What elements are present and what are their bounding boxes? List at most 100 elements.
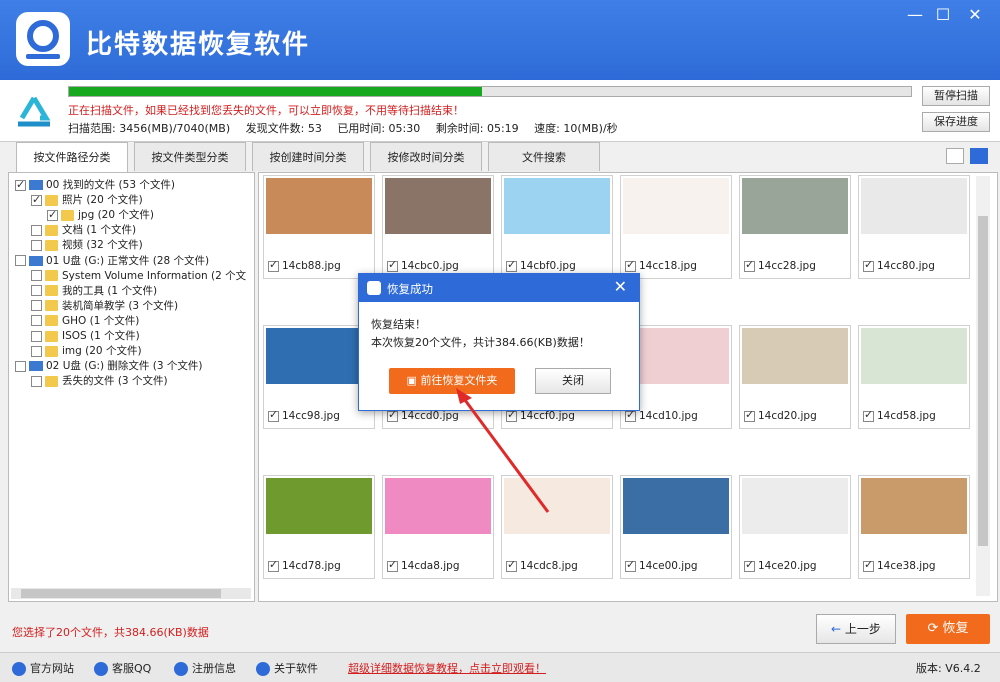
open-recovery-folder-label: 前往恢复文件夹 [420, 374, 498, 387]
maximize-button[interactable]: ☐ [932, 6, 954, 24]
file-thumbnail [623, 178, 729, 234]
file-tile[interactable]: 14cc28.jpg [739, 175, 851, 279]
file-checkbox[interactable] [506, 258, 517, 272]
about-link[interactable]: 关于软件 [256, 660, 318, 676]
tree-node[interactable]: 我的工具 (1 个文件) [31, 284, 157, 299]
tree-checkbox[interactable] [15, 255, 26, 266]
tab-modified[interactable]: 按修改时间分类 [370, 142, 482, 171]
tab-type[interactable]: 按文件类型分类 [134, 142, 246, 171]
open-recovery-folder-button[interactable]: ▣ 前往恢复文件夹 [389, 368, 515, 394]
file-thumbnail [504, 178, 610, 234]
file-checkbox[interactable] [268, 258, 279, 272]
register-info-link[interactable]: 注册信息 [174, 660, 236, 676]
home-icon [12, 662, 26, 676]
tree-checkbox[interactable] [47, 207, 58, 222]
file-tile[interactable]: 14cbf0.jpg [501, 175, 613, 279]
file-label: 14cbf0.jpg [506, 258, 576, 272]
tree-checkbox[interactable] [31, 285, 42, 297]
support-qq-link[interactable]: 客服QQ [94, 660, 151, 676]
tree-checkbox[interactable] [31, 345, 42, 357]
tree-node[interactable]: 01 U盘 (G:) 正常文件 (28 个文件) [15, 254, 209, 269]
tree-checkbox[interactable] [31, 330, 42, 342]
grid-view-icon[interactable] [970, 148, 988, 164]
tutorial-link[interactable]: 超级详细数据恢复教程，点击立即观看！ [348, 660, 546, 676]
file-tile[interactable]: 14cd78.jpg [263, 475, 375, 579]
tree-node[interactable]: 丢失的文件 (3 个文件) [31, 374, 168, 389]
tree-checkbox[interactable] [31, 375, 42, 387]
file-checkbox[interactable] [863, 258, 874, 272]
dialog-close-icon[interactable]: ✕ [614, 277, 627, 296]
tab-created[interactable]: 按创建时间分类 [252, 142, 364, 171]
file-checkbox[interactable] [387, 258, 398, 272]
file-checkbox[interactable] [744, 558, 755, 572]
file-name: 14cd78.jpg [282, 560, 341, 572]
file-thumbnail [861, 328, 967, 384]
tree-checkbox[interactable] [31, 192, 42, 207]
close-window-button[interactable]: ✕ [964, 6, 986, 24]
tree-node[interactable]: 文档 (1 个文件) [31, 223, 136, 238]
file-thumbnail [742, 478, 848, 534]
recover-button[interactable]: ⟳ 恢复 [906, 614, 990, 644]
file-checkbox[interactable] [863, 558, 874, 572]
file-checkbox[interactable] [268, 408, 279, 422]
tree-node[interactable]: jpg (20 个文件) [47, 207, 154, 223]
file-checkbox[interactable] [387, 558, 398, 572]
previous-step-button[interactable]: ← 上一步 [816, 614, 896, 644]
file-name: 14cc98.jpg [282, 410, 340, 422]
file-checkbox[interactable] [744, 258, 755, 272]
tree-checkbox[interactable] [31, 270, 42, 282]
grid-vertical-scrollbar[interactable] [976, 176, 990, 596]
file-thumbnail [861, 478, 967, 534]
list-view-icon[interactable] [946, 148, 964, 164]
file-tile[interactable]: 14ce38.jpg [858, 475, 970, 579]
tree-horizontal-scrollbar[interactable] [11, 588, 251, 599]
tree-checkbox[interactable] [31, 315, 42, 327]
file-checkbox[interactable] [625, 258, 636, 272]
file-tile[interactable]: 14cdc8.jpg [501, 475, 613, 579]
tree-checkbox[interactable] [15, 177, 26, 192]
file-tile[interactable]: 14cd20.jpg [739, 325, 851, 429]
file-checkbox[interactable] [625, 408, 636, 422]
support-qq-label: 客服QQ [112, 662, 152, 675]
file-tile[interactable]: 14cbc0.jpg [382, 175, 494, 279]
tree-node[interactable]: ISOS (1 个文件) [31, 329, 140, 344]
version-label: 版本: V6.4.2 [916, 662, 981, 675]
file-tile[interactable]: 14cc80.jpg [858, 175, 970, 279]
tree-node[interactable]: System Volume Information (2 个文 [31, 269, 246, 284]
file-checkbox[interactable] [506, 558, 517, 572]
file-tile[interactable]: 14ce20.jpg [739, 475, 851, 579]
minimize-button[interactable]: — [904, 6, 926, 24]
file-thumbnail [266, 478, 372, 534]
tab-search[interactable]: 文件搜索 [488, 142, 600, 171]
tab-path[interactable]: 按文件路径分类 [16, 142, 128, 172]
tree-node[interactable]: 装机简单教学 (3 个文件) [31, 299, 178, 314]
file-tile[interactable]: 14cb88.jpg [263, 175, 375, 279]
tree-node[interactable]: GHO (1 个文件) [31, 314, 139, 329]
pause-scan-button[interactable]: 暂停扫描 [922, 86, 990, 106]
file-checkbox[interactable] [506, 408, 517, 422]
file-checkbox[interactable] [268, 558, 279, 572]
tree-node[interactable]: img (20 个文件) [31, 344, 142, 359]
folder-icon [45, 315, 58, 327]
file-tile[interactable]: 14ce00.jpg [620, 475, 732, 579]
save-progress-button[interactable]: 保存进度 [922, 112, 990, 132]
dialog-close-button[interactable]: 关闭 [535, 368, 611, 394]
file-tile[interactable]: 14cd58.jpg [858, 325, 970, 429]
file-checkbox[interactable] [863, 408, 874, 422]
file-checkbox[interactable] [387, 408, 398, 422]
file-tile[interactable]: 14cda8.jpg [382, 475, 494, 579]
file-checkbox[interactable] [744, 408, 755, 422]
file-label: 14cd10.jpg [625, 408, 698, 422]
drive-icon [29, 361, 43, 372]
tree-checkbox[interactable] [31, 300, 42, 312]
file-checkbox[interactable] [625, 558, 636, 572]
tree-node-label: System Volume Information (2 个文 [62, 269, 247, 282]
tree-checkbox[interactable] [31, 224, 42, 236]
official-site-link[interactable]: 官方网站 [12, 660, 74, 676]
tree-checkbox[interactable] [15, 360, 26, 372]
tree-node[interactable]: 02 U盘 (G:) 删除文件 (3 个文件) [15, 359, 202, 374]
file-tile[interactable]: 14cc18.jpg [620, 175, 732, 279]
tree-node[interactable]: 视频 (32 个文件) [31, 238, 143, 253]
tree-checkbox[interactable] [31, 239, 42, 251]
file-thumbnail [266, 178, 372, 234]
